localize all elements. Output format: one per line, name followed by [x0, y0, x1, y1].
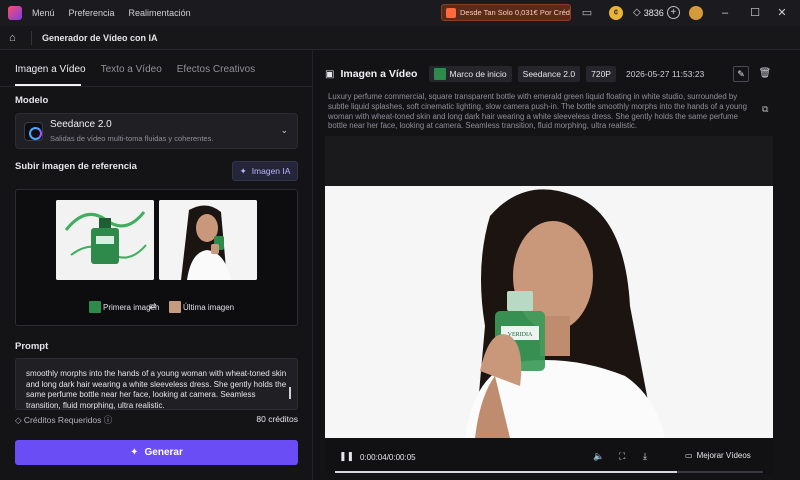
- gift-icon: [446, 7, 456, 18]
- model-select[interactable]: Seedance 2.0 Salidas de vídeo multi-toma…: [15, 113, 298, 149]
- right-panel: ▣ Imagen a Vídeo Marco de inicio Seedanc…: [312, 50, 800, 480]
- download-icon[interactable]: ⤓: [643, 451, 647, 462]
- add-credits-button[interactable]: +: [666, 6, 680, 19]
- message-icon[interactable]: ▭: [580, 6, 594, 20]
- first-frame-thumbnail[interactable]: [56, 200, 154, 280]
- image-ai-button[interactable]: ✦ Imagen IA: [232, 161, 298, 181]
- promo-text: Desde Tan Solo 0,031€ Por Crédito: [460, 8, 571, 17]
- divider: [0, 86, 312, 87]
- timestamp: 2026-05-27 11:53:23: [625, 69, 705, 79]
- promo-banner[interactable]: Desde Tan Solo 0,031€ Por Crédito: [441, 4, 571, 21]
- required-credits: ◇ Créditos Requeridos ⓘ: [15, 414, 112, 426]
- minimize-icon[interactable]: –: [717, 5, 733, 21]
- diamond-icon: ◇: [15, 415, 22, 425]
- video-progress-bar[interactable]: [335, 471, 763, 473]
- enhance-video-button[interactable]: ▭ Mejorar Vídeos: [685, 451, 751, 460]
- copy-icon[interactable]: ⧉: [762, 104, 768, 115]
- video-still-woman-perfume: VERIDIA: [325, 186, 773, 438]
- prompt-text[interactable]: smoothly morphs into the hands of a youn…: [26, 369, 288, 409]
- swap-icon[interactable]: ⇄: [149, 301, 157, 312]
- pause-icon[interactable]: ❚❚: [339, 451, 354, 462]
- credits-balance: ◇ 3836 +: [633, 4, 680, 21]
- sub-header: ⌂ Generador de Vídeo con IA: [0, 26, 800, 50]
- start-frame-chip: Marco de inicio: [429, 66, 512, 82]
- maximize-icon[interactable]: ☐: [747, 5, 763, 21]
- close-icon[interactable]: ✕: [774, 5, 790, 21]
- home-icon[interactable]: ⌂: [9, 32, 21, 44]
- perfume-bottle-image: [56, 200, 154, 280]
- prompt-input[interactable]: smoothly morphs into the hands of a youn…: [15, 358, 298, 410]
- edit-icon[interactable]: ✎: [733, 66, 749, 82]
- upload-label: Subir imagen de referencia: [15, 161, 137, 172]
- enhance-icon: ▭: [685, 451, 693, 460]
- model-label: Modelo: [15, 95, 49, 106]
- last-image-tag: Última imagen: [169, 301, 234, 313]
- trash-icon[interactable]: 🗑: [758, 66, 772, 82]
- tab-creative-effects[interactable]: Efectos Creativos: [177, 64, 255, 75]
- model-description: Salidas de vídeo multi-toma fluidas y co…: [50, 134, 214, 143]
- chevron-down-icon: ⌄: [280, 125, 288, 135]
- title-bar: Menú Preferencia Realimentación Desde Ta…: [0, 0, 800, 26]
- tab-image-to-video[interactable]: Imagen a Vídeo: [15, 64, 86, 75]
- info-icon[interactable]: ⓘ: [104, 415, 113, 425]
- woman-with-perfume-image: [159, 200, 257, 280]
- menu-item-menu[interactable]: Menú: [32, 8, 55, 18]
- menu-item-feedback[interactable]: Realimentación: [129, 8, 191, 18]
- resolution-chip: 720P: [586, 66, 616, 82]
- menu-item-preference[interactable]: Preferencia: [69, 8, 115, 18]
- model-name: Seedance 2.0: [50, 119, 112, 130]
- video-progress-fill: [335, 471, 678, 473]
- start-frame-label: Marco de inicio: [449, 69, 507, 79]
- sparkle-icon: ✦: [239, 165, 247, 176]
- fullscreen-icon[interactable]: ⛶: [619, 451, 625, 462]
- coin-icon[interactable]: ¢: [609, 6, 623, 20]
- diamond-icon: ◇: [633, 7, 641, 18]
- last-frame-thumbnail[interactable]: [159, 200, 257, 280]
- required-credits-label: Créditos Requeridos: [23, 415, 102, 425]
- avatar[interactable]: [689, 6, 703, 20]
- start-frame-thumb-icon: [434, 68, 447, 80]
- required-credits-row: ◇ Créditos Requeridos ⓘ 80 créditos: [15, 414, 298, 426]
- last-image-mini-icon: [169, 301, 181, 313]
- mode-tabs: Imagen a Vídeo Texto a Vídeo Efectos Cre…: [15, 64, 255, 75]
- first-image-mini-icon: [89, 301, 101, 313]
- tab-text-to-video[interactable]: Texto a Vídeo: [101, 64, 162, 75]
- video-controls: ❚❚ 0:00:04/0:00:05 🔈 ⛶ ⤓ ▭ Mejorar Vídeo…: [325, 438, 773, 474]
- enhance-label: Mejorar Vídeos: [696, 451, 751, 460]
- video-frame[interactable]: VERIDIA: [325, 186, 773, 438]
- model-chip: Seedance 2.0: [517, 66, 581, 82]
- credits-balance-value: 3836: [643, 7, 664, 18]
- video-time: 0:00:04/0:00:05: [360, 453, 416, 462]
- seedance-logo-icon: [24, 122, 43, 141]
- divider: [31, 30, 32, 45]
- page-title: Generador de Vídeo con IA: [42, 32, 158, 43]
- prompt-description: Luxury perfume commercial, square transp…: [328, 92, 747, 130]
- generate-button[interactable]: ✦ Generar: [15, 440, 298, 465]
- result-title: Imagen a Vídeo: [340, 68, 418, 80]
- sparkle-icon: ✦: [130, 447, 139, 458]
- result-header: ▣ Imagen a Vídeo Marco de inicio Seedanc…: [325, 65, 704, 83]
- image-icon: ▣: [325, 68, 335, 80]
- image-ai-label: Imagen IA: [251, 166, 291, 176]
- required-credits-value: 80 créditos: [256, 414, 298, 424]
- scrollbar[interactable]: [289, 387, 291, 399]
- last-image-label: Última imagen: [183, 302, 235, 312]
- volume-icon[interactable]: 🔈: [593, 451, 604, 462]
- app-logo-icon: [8, 6, 22, 20]
- generate-label: Generar: [144, 447, 183, 458]
- video-player[interactable]: VERIDIA ❚❚ 0:00:04/0:00:05 🔈 ⛶ ⤓ ▭ Mejor…: [325, 136, 773, 474]
- prompt-label: Prompt: [15, 341, 49, 352]
- reference-upload-area[interactable]: Primera imagen ⇄ Última imagen: [15, 189, 298, 326]
- main-menu: Menú Preferencia Realimentación: [32, 8, 191, 18]
- left-panel: Imagen a Vídeo Texto a Vídeo Efectos Cre…: [0, 50, 312, 480]
